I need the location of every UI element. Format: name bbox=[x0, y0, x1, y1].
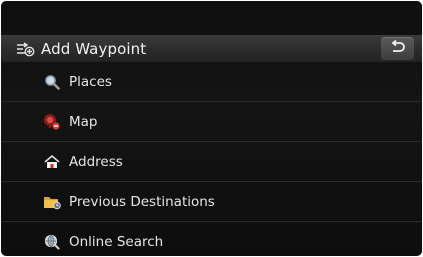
menu-item-online-search[interactable]: Online Search bbox=[1, 222, 422, 256]
folder-icon bbox=[43, 193, 61, 211]
header-bar: Add Waypoint bbox=[1, 35, 422, 62]
menu-item-map[interactable]: Map bbox=[1, 102, 422, 142]
menu-item-label: Address bbox=[69, 153, 123, 170]
back-button[interactable] bbox=[381, 37, 414, 60]
menu-item-label: Map bbox=[69, 113, 98, 130]
add-waypoint-icon bbox=[15, 41, 35, 57]
magnifier-icon bbox=[43, 73, 61, 91]
back-arrow-icon bbox=[389, 39, 407, 58]
menu-item-places[interactable]: Places bbox=[1, 62, 422, 102]
page-title: Add Waypoint bbox=[41, 39, 147, 58]
menu-item-label: Online Search bbox=[69, 233, 164, 250]
menu-item-previous-destinations[interactable]: Previous Destinations bbox=[1, 182, 422, 222]
menu-item-label: Previous Destinations bbox=[69, 193, 215, 210]
navigation-screen: Add Waypoint Places Map Address Previous… bbox=[1, 1, 422, 256]
menu-item-address[interactable]: Address bbox=[1, 142, 422, 182]
house-icon bbox=[43, 153, 61, 171]
map-pin-icon bbox=[43, 113, 61, 131]
menu-item-label: Places bbox=[69, 73, 112, 90]
waypoint-options-list: Places Map Address Previous Destinations… bbox=[1, 62, 422, 256]
status-bar bbox=[1, 1, 422, 35]
globe-search-icon bbox=[43, 233, 61, 251]
